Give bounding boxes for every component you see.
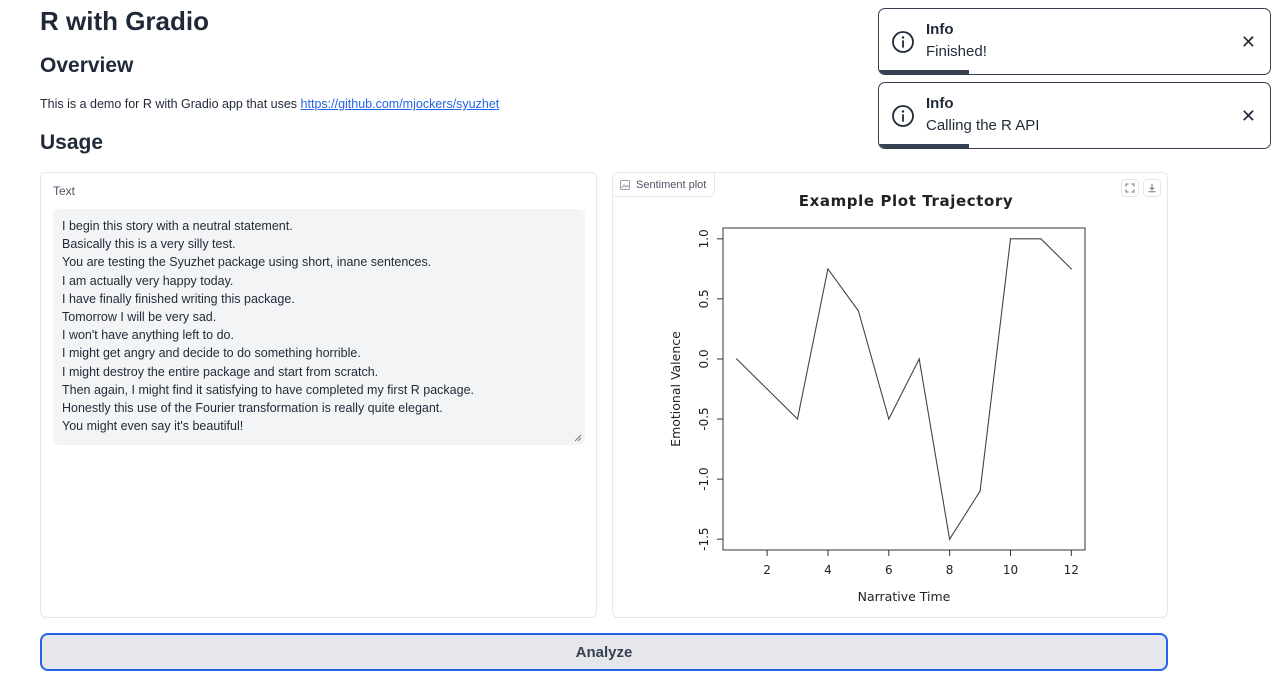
data-point <box>1009 238 1012 240</box>
fullscreen-button[interactable] <box>1121 179 1139 197</box>
overview-heading: Overview <box>40 54 134 77</box>
x-tick-label: 10 <box>1003 563 1018 577</box>
toast-finished: Info Finished! ✕ <box>878 8 1271 75</box>
resize-handle-icon[interactable] <box>574 434 582 442</box>
text-line: You are testing the Syuzhet package usin… <box>62 255 432 270</box>
download-button[interactable] <box>1143 179 1161 197</box>
toast-title: Info <box>926 21 954 38</box>
data-point <box>796 418 799 420</box>
text-input-panel: Text I begin this story with a neutral s… <box>40 172 597 618</box>
y-tick-label: -1.5 <box>697 527 711 550</box>
data-point <box>1040 238 1042 240</box>
page-title: R with Gradio <box>40 6 209 36</box>
text-input[interactable]: I begin this story with a neutral statem… <box>53 209 585 445</box>
image-icon <box>620 179 630 190</box>
x-tick-label: 2 <box>763 563 771 577</box>
close-icon[interactable]: ✕ <box>1241 106 1256 126</box>
close-icon[interactable]: ✕ <box>1241 32 1256 52</box>
text-line: Basically this is a very silly test. <box>62 237 236 252</box>
text-label: Text <box>53 184 76 198</box>
text-line: I might destroy the entire package and s… <box>62 364 379 379</box>
plot-toolbar <box>1121 179 1161 197</box>
text-line: I have finally finished writing this pac… <box>62 291 295 306</box>
y-tick-label: 1.0 <box>697 229 711 248</box>
syuzhet-link[interactable]: https://github.com/mjockers/syuzhet <box>301 97 500 111</box>
chart-title: Example Plot Trajectory <box>799 192 1014 210</box>
x-tick-label: 6 <box>885 563 893 577</box>
text-line: I won't have anything left to do. <box>62 328 234 343</box>
x-axis-label: Narrative Time <box>858 589 951 604</box>
download-icon <box>1148 184 1156 193</box>
data-point <box>888 418 890 420</box>
data-point <box>827 268 829 270</box>
sentiment-chart: Example Plot Trajectory Narrative Time Emo… <box>668 192 1086 604</box>
plot-label-text: Sentiment plot <box>636 178 707 191</box>
toast-message: Calling the R API <box>926 117 1040 134</box>
usage-heading: Usage <box>40 131 104 154</box>
data-point <box>1070 268 1072 270</box>
toast-title: Info <box>926 95 954 112</box>
sentiment-plot-panel: Example Plot Trajectory Narrative Time Emo… <box>612 172 1168 618</box>
y-tick-label: 0.5 <box>697 289 711 308</box>
data-point <box>736 358 738 360</box>
text-line: Honestly this use of the Fourier transfo… <box>62 401 443 416</box>
y-tick-label: -0.5 <box>697 407 711 430</box>
data-point <box>857 310 859 312</box>
text-line: I begin this story with a neutral statem… <box>62 219 293 233</box>
data-point <box>949 538 951 540</box>
data-point <box>979 490 981 492</box>
description-text: This is a demo for R with Gradio app tha… <box>40 97 298 111</box>
analyze-button[interactable]: Analyze <box>40 633 1168 671</box>
toast-message: Finished! <box>926 43 987 60</box>
text-line: Then again, I might find it satisfying t… <box>62 382 475 397</box>
description: This is a demo for R with Gradio app tha… <box>40 97 499 111</box>
plot-label: Sentiment plot <box>613 173 716 197</box>
toast-progress-bar <box>879 144 969 148</box>
data-point <box>766 388 768 390</box>
y-tick-label: 0.0 <box>697 349 711 368</box>
trajectory-line <box>736 238 1072 541</box>
text-line: You might even say it's beautiful! <box>62 419 244 434</box>
toast-progress-bar <box>879 70 969 74</box>
fullscreen-icon <box>1125 183 1135 193</box>
y-axis-label: Emotional Valence <box>668 331 683 447</box>
text-line: Tomorrow I will be very sad. <box>62 310 217 325</box>
x-tick-label: 8 <box>946 563 954 577</box>
toast-calling-api: Info Calling the R API ✕ <box>878 82 1271 149</box>
y-tick-label: -1.0 <box>697 467 711 490</box>
x-tick-label: 4 <box>824 563 832 577</box>
x-tick-label: 12 <box>1064 563 1079 577</box>
text-line: I might get angry and decide to do somet… <box>62 346 361 361</box>
data-point <box>918 358 920 360</box>
text-line: I am actually very happy today. <box>62 273 234 288</box>
info-icon <box>892 31 914 53</box>
info-icon <box>892 105 914 127</box>
